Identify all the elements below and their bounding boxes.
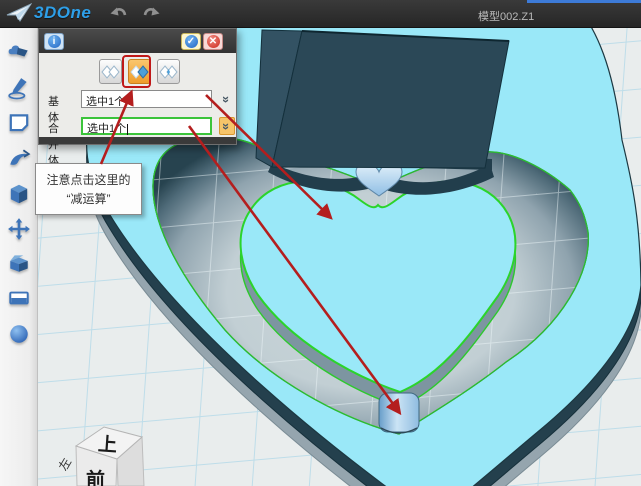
- sketch-edit-icon[interactable]: [7, 147, 31, 171]
- bottom-connector[interactable]: [379, 393, 419, 433]
- title-bar: 3DOne 模型002.Z1: [0, 0, 641, 28]
- intersect-operation-icon: [159, 65, 178, 79]
- solid-feature-icon[interactable]: [7, 182, 31, 206]
- info-icon: i: [48, 35, 61, 48]
- view-cube-front-label: 前: [86, 468, 105, 486]
- merge-body-field[interactable]: 选中1个: [81, 117, 212, 135]
- sketch-pen-icon[interactable]: [7, 76, 31, 100]
- confirm-button[interactable]: ✓: [181, 33, 201, 50]
- render-sphere-icon[interactable]: [7, 322, 31, 346]
- material-icon[interactable]: [7, 286, 31, 310]
- cancel-button[interactable]: ✕: [203, 33, 223, 50]
- double-chevron-icon: »: [219, 95, 234, 102]
- text-caret: [127, 124, 128, 135]
- model-library-icon[interactable]: [7, 39, 31, 63]
- base-body-expand-button[interactable]: »: [219, 90, 235, 108]
- active-tab-indicator: [527, 0, 641, 3]
- info-button[interactable]: i: [44, 33, 64, 50]
- merge-body-label: 合并体: [48, 120, 59, 168]
- double-chevron-icon: »: [219, 122, 234, 129]
- app-logo: 3DOne: [6, 3, 91, 23]
- merge-body-value: 选中1个: [87, 123, 126, 135]
- base-body-field[interactable]: 选中1个: [81, 90, 212, 108]
- dialog-bottom-bar: [39, 137, 236, 144]
- subtract-highlight-box: [122, 55, 151, 88]
- undo-icon[interactable]: [108, 5, 130, 23]
- view-cube-top-label: 上: [97, 433, 118, 456]
- app-window: 左 上 前 3DOne 模型002.Z1: [0, 0, 641, 486]
- tool-sidebar: [0, 28, 38, 486]
- intersect-operation-button[interactable]: [157, 59, 180, 84]
- annotation-line2: “减运算”: [36, 190, 141, 209]
- add-operation-button[interactable]: [99, 59, 122, 84]
- document-title: 模型002.Z1: [478, 8, 534, 24]
- annotation-line1: 注意点击这里的: [36, 171, 141, 190]
- paper-plane-icon: [6, 3, 32, 23]
- annotation-tooltip: 注意点击这里的 “减运算”: [35, 163, 142, 215]
- move-transform-icon[interactable]: [7, 217, 31, 241]
- sketch-plane-icon[interactable]: [7, 111, 31, 135]
- combine-shape-icon[interactable]: [7, 251, 31, 275]
- app-logo-text: 3DOne: [34, 3, 91, 23]
- close-icon: ✕: [207, 35, 220, 48]
- add-operation-icon: [101, 65, 120, 79]
- merge-body-expand-button[interactable]: »: [219, 117, 235, 135]
- dark-box-body[interactable]: [256, 30, 509, 168]
- check-icon: ✓: [185, 35, 198, 48]
- redo-icon[interactable]: [140, 5, 162, 23]
- base-body-value: 选中1个: [86, 96, 125, 108]
